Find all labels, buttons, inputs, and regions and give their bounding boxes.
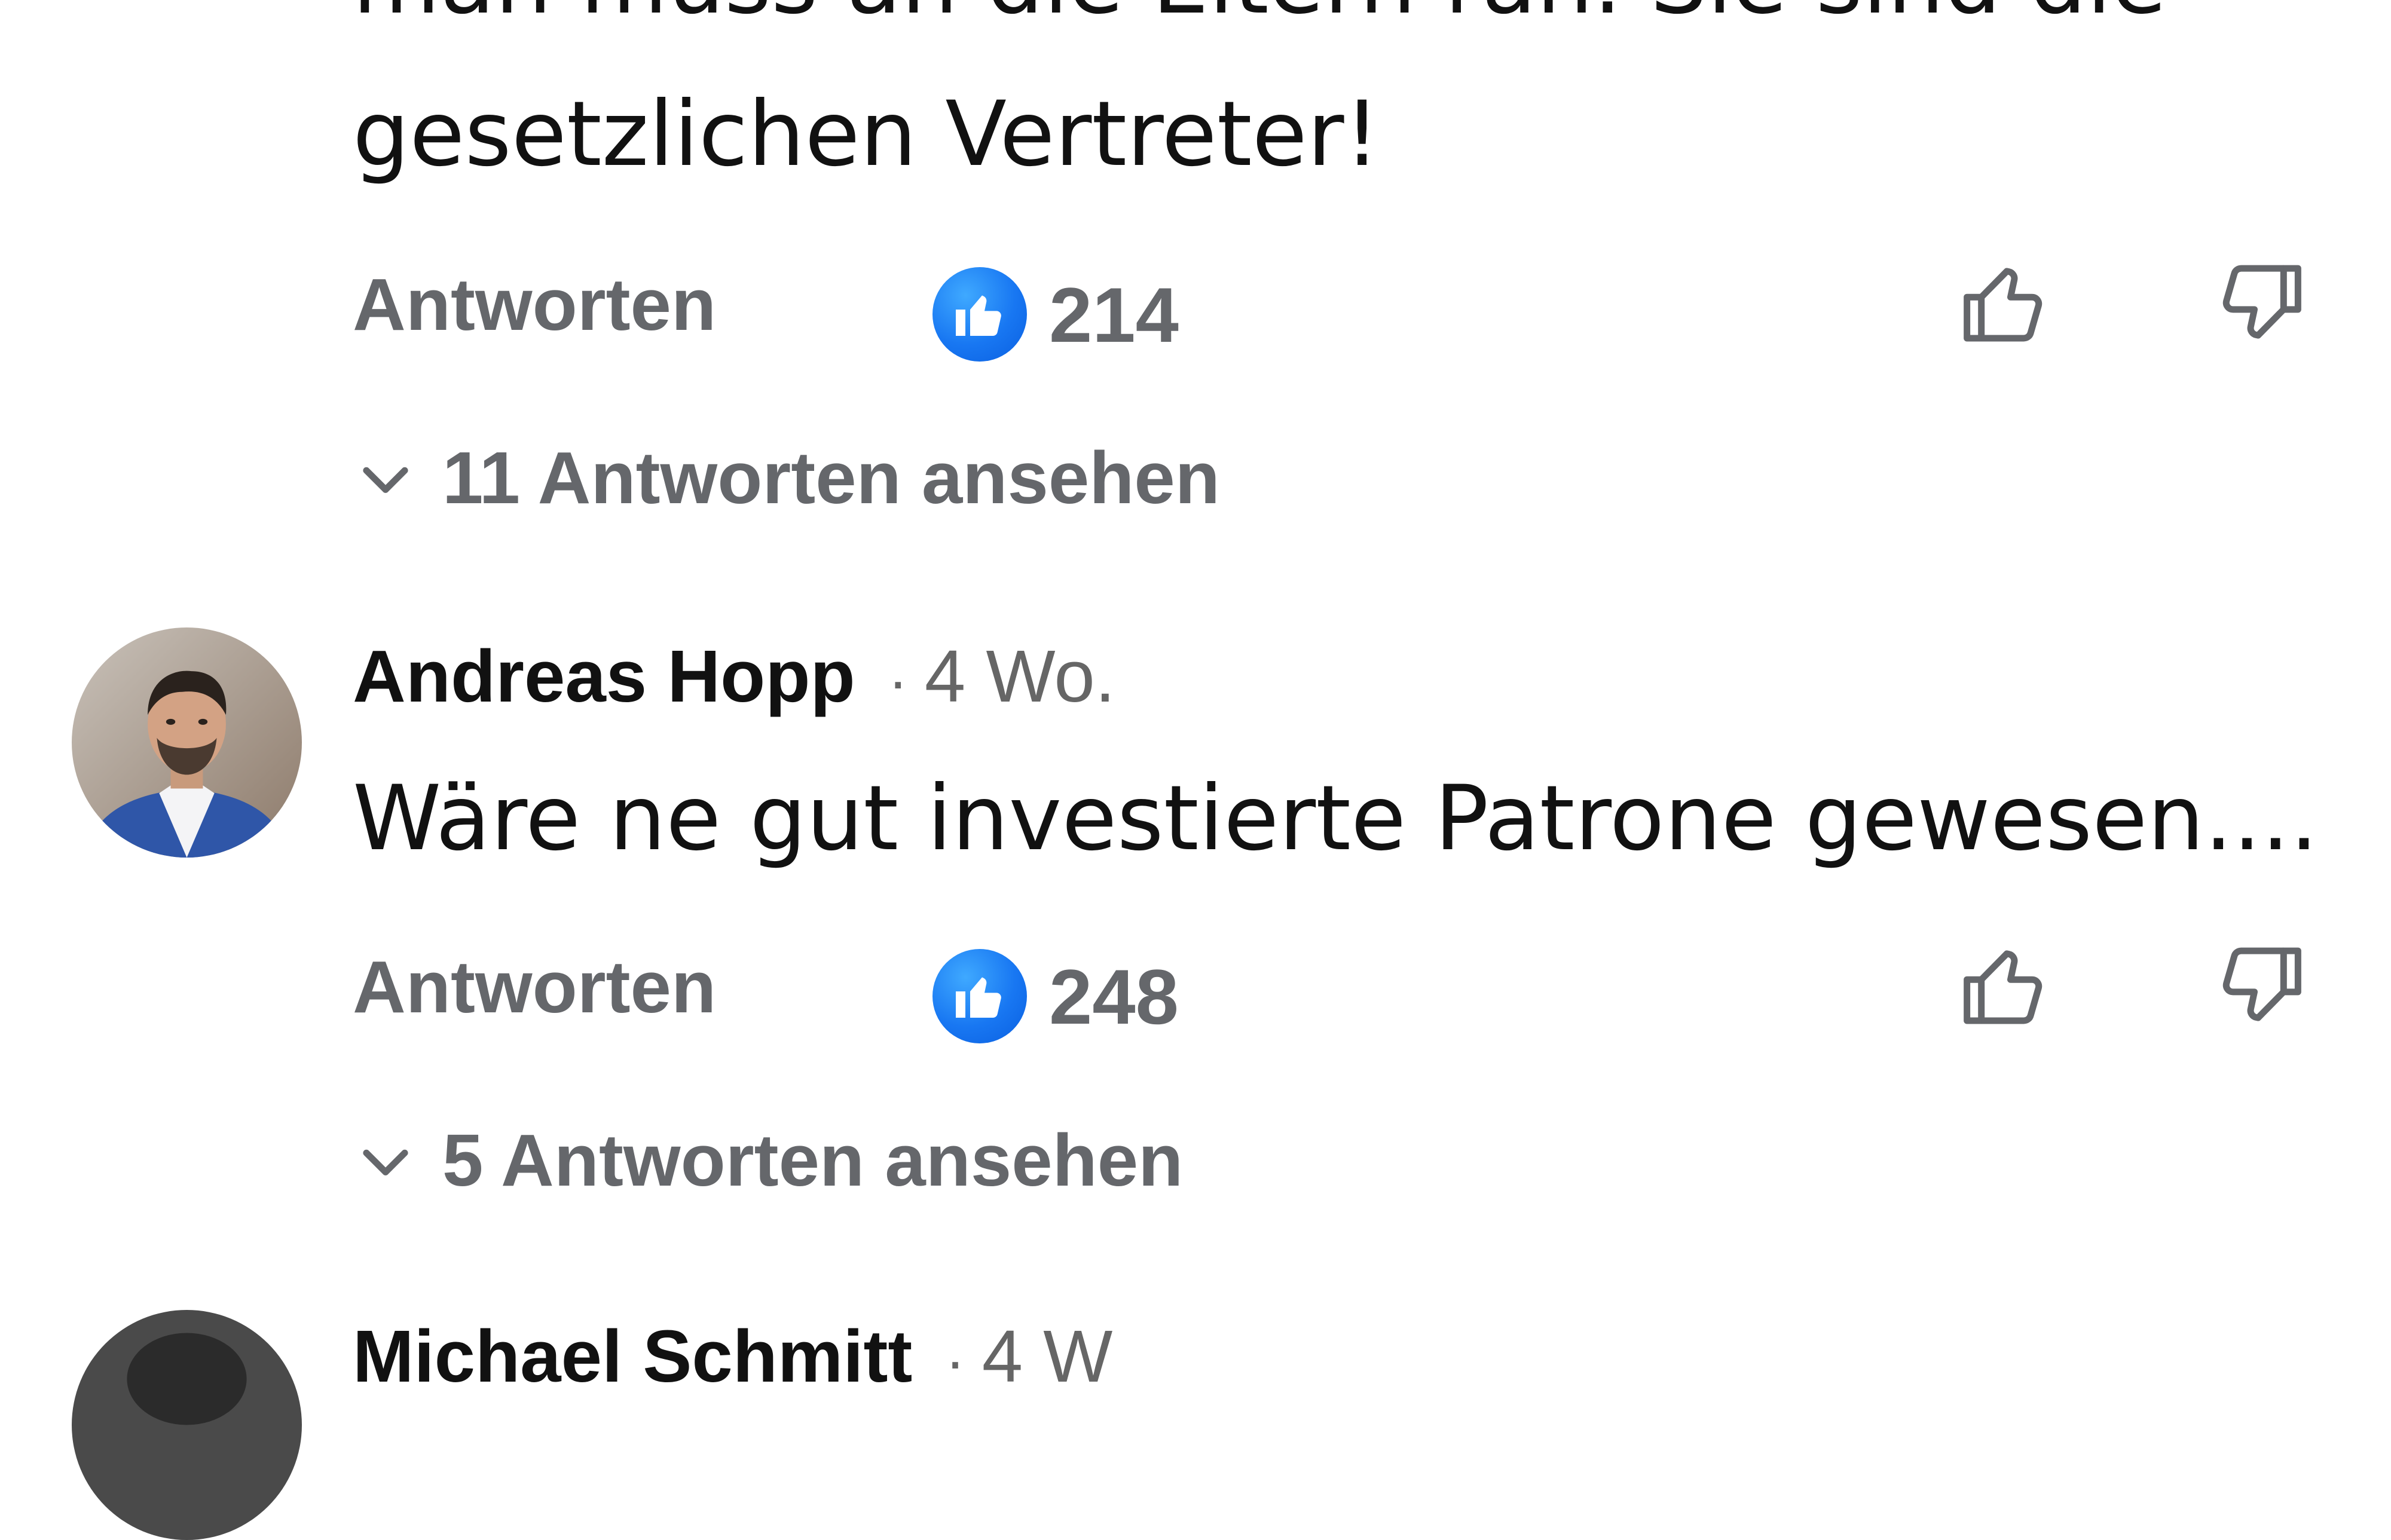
avatar[interactable] (72, 627, 302, 858)
comment-2-view-replies-button[interactable]: 5 Antworten ansehen (353, 1119, 1183, 1203)
comment-2-reply-button[interactable]: Antworten (353, 945, 716, 1030)
like-reaction-icon (932, 267, 1027, 362)
chevron-down-icon (363, 1149, 408, 1175)
comment-1-like-count: 214 (1049, 271, 1179, 359)
like-reaction-icon (932, 949, 1027, 1043)
avatar[interactable] (72, 1310, 302, 1540)
comment-2-body: Wäre ne gut investierte Patrone gewesen.… (353, 767, 2319, 871)
comment-author[interactable]: Andreas Hopp (353, 635, 855, 719)
comment-timestamp: 4 W (982, 1316, 1113, 1398)
comment-author[interactable]: Michael Schmitt (353, 1315, 912, 1399)
comment-1-reply-button[interactable]: Antworten (353, 263, 716, 347)
comment-1-view-replies-button[interactable]: 11 Antworten ansehen (353, 436, 1220, 521)
thumbs-down-icon[interactable] (2212, 936, 2310, 1035)
comment-timestamp: 4 Wo. (924, 636, 1115, 718)
meta-separator: · (945, 1328, 965, 1395)
view-replies-label: 5 Antworten ansehen (442, 1120, 1184, 1202)
comment-1-body-line-1: man muss an die Eltern ran. Sie sind die (353, 0, 2167, 39)
thumbs-up-icon[interactable] (1955, 254, 2053, 353)
view-replies-label: 11 Antworten ansehen (442, 437, 1220, 519)
comment-1-body-line-2: gesetzlichen Vertreter! (353, 82, 1380, 186)
meta-separator: · (888, 648, 908, 715)
chevron-down-icon (363, 467, 408, 493)
comment-2-like-count: 248 (1049, 953, 1179, 1040)
thumbs-up-icon[interactable] (1955, 936, 2053, 1035)
thumbs-down-icon[interactable] (2212, 254, 2310, 353)
